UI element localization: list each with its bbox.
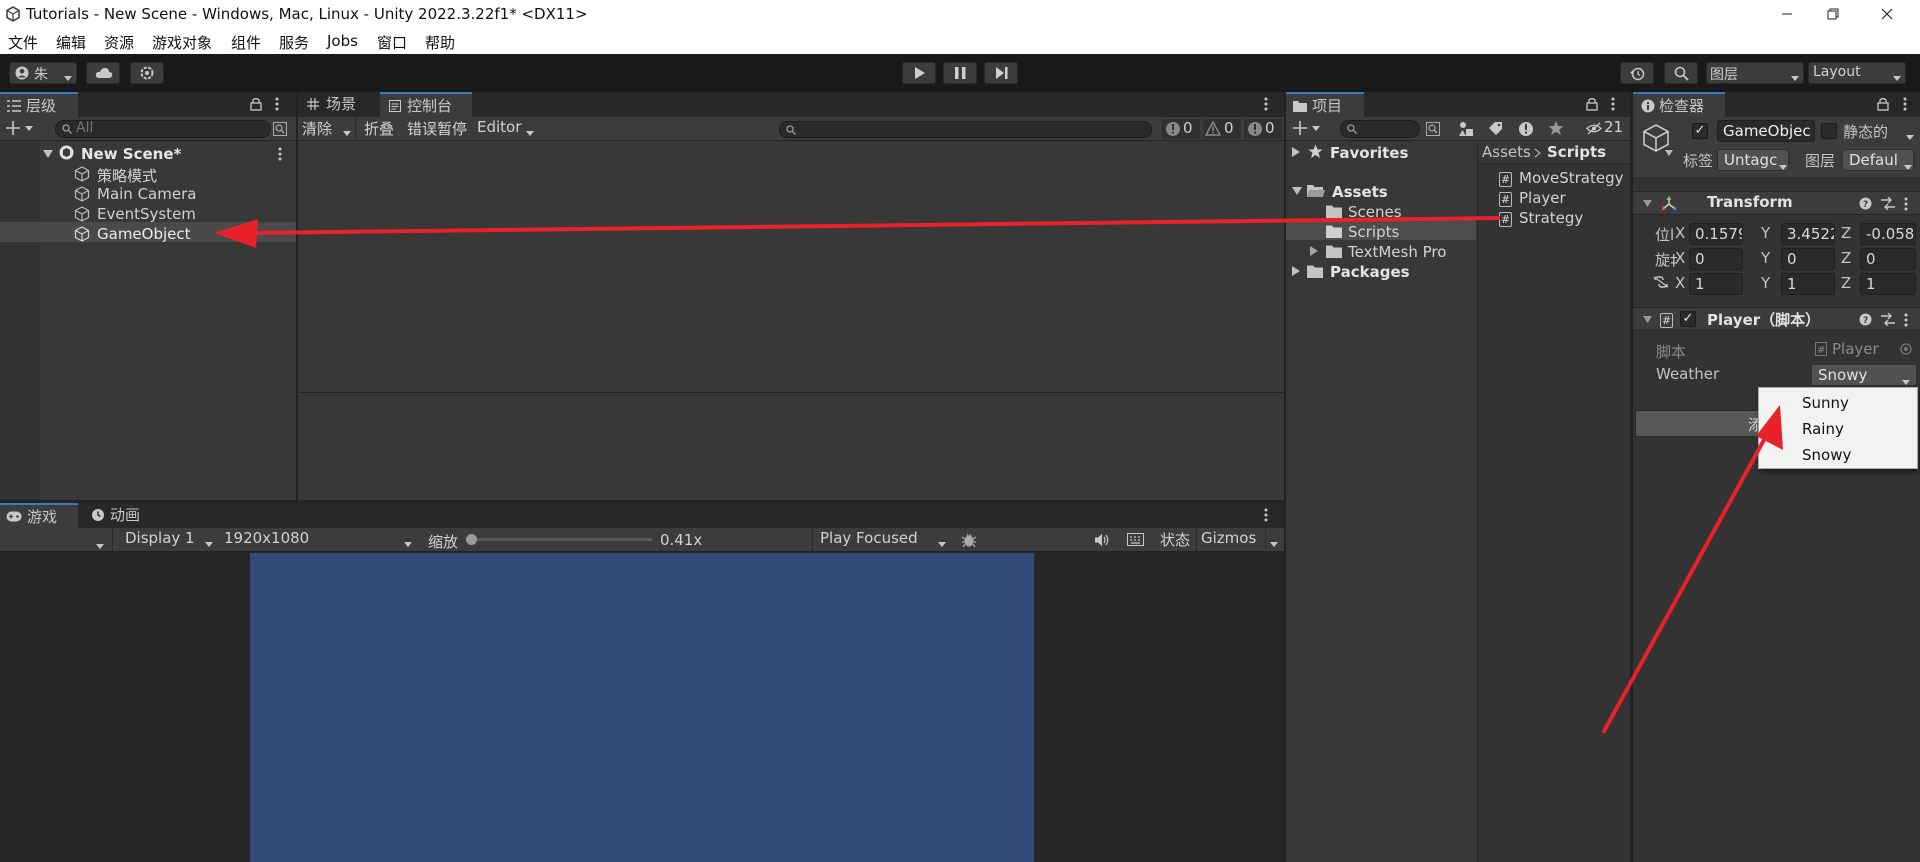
annotation-arrow-to-dropdown: [1601, 405, 1783, 734]
annotation-arrows: [214, 216, 1783, 734]
annotation-arrow-strategy-to-gameobject: [214, 216, 1501, 248]
